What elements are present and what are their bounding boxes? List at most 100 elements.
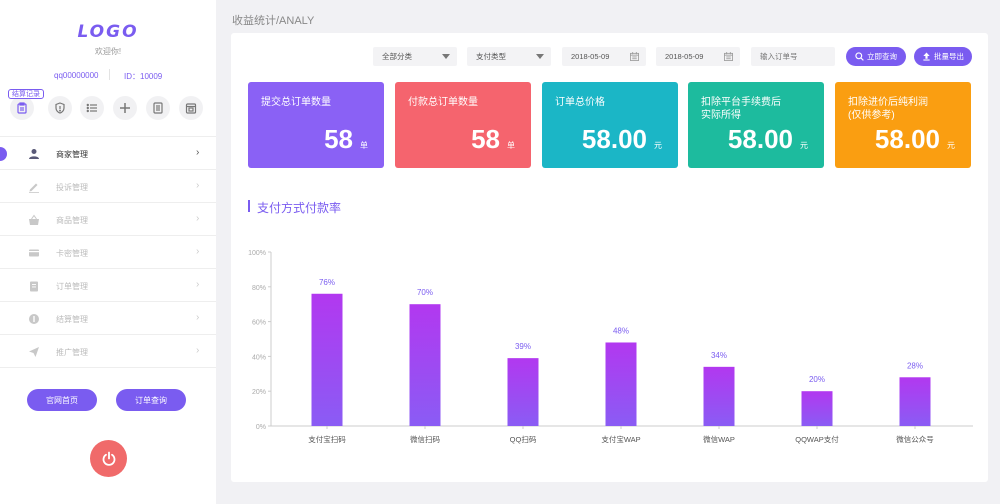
stat-card-title: 提交总订单数量	[261, 97, 331, 108]
category-select-value: 全部分类	[382, 52, 412, 61]
stat-card-value: 58.00	[874, 124, 940, 154]
stat-card-unit: 元	[654, 141, 662, 150]
stat-card-unit: 元	[800, 141, 808, 150]
sidebar-item-label: 卡密管理	[56, 249, 88, 258]
chevron-right-icon: ›	[196, 246, 200, 257]
chevron-right-icon: ›	[196, 180, 200, 191]
export-button-label: 批量导出	[934, 52, 964, 61]
coin-icon	[29, 314, 39, 324]
bar	[409, 304, 441, 426]
start-date-field[interactable]: 2018-05-09	[562, 47, 646, 66]
chevron-right-icon: ›	[196, 312, 200, 323]
bar	[899, 377, 931, 426]
y-tick-label: 100%	[248, 250, 266, 257]
power-icon	[102, 451, 115, 466]
data-label: 20%	[809, 375, 825, 384]
data-label: 70%	[417, 288, 433, 297]
export-button[interactable]: 批量导出	[914, 47, 972, 66]
category-select[interactable]: 全部分类	[373, 47, 457, 66]
card-icon	[29, 249, 39, 257]
data-label: 39%	[515, 342, 531, 351]
divider	[109, 69, 110, 80]
stat-card-value: 58	[324, 124, 353, 154]
chevron-right-icon: ›	[196, 213, 200, 224]
plus-icon[interactable]	[113, 96, 137, 120]
bar	[801, 391, 833, 426]
sidebar-item-order[interactable]: 订单管理 ›	[0, 269, 216, 302]
x-tick-label: 支付宝WAP	[601, 434, 640, 444]
bar	[703, 366, 735, 426]
list-icon[interactable]	[80, 96, 104, 120]
logo: LOGO	[77, 22, 139, 42]
home-button[interactable]: 官网首页	[27, 389, 97, 411]
send-icon	[29, 347, 39, 357]
document-icon[interactable]	[146, 96, 170, 120]
stat-card-submitted: 提交总订单数量 58 单	[248, 82, 384, 168]
section-title: 支付方式付款率	[248, 199, 341, 216]
stat-card-value: 58.00	[727, 124, 793, 154]
user-icon	[29, 149, 39, 159]
sidebar-item-label: 结算管理	[56, 315, 88, 324]
pay-type-select-value: 支付类型	[476, 52, 506, 61]
active-indicator	[0, 147, 7, 161]
x-tick-label: QQ扫码	[510, 434, 537, 444]
user-id: ID：10009	[124, 72, 163, 81]
sidebar-item-promotion[interactable]: 推广管理 ›	[0, 335, 216, 368]
query-button-label: 立即查询	[867, 52, 897, 61]
query-button[interactable]: 立即查询	[846, 47, 906, 66]
x-tick-label: 微信WAP	[703, 434, 735, 444]
sidebar: LOGO 欢迎你! qq00000000 ID：10009 结算记录 商家管理	[0, 0, 216, 504]
sidebar-item-merchant[interactable]: 商家管理 ›	[0, 137, 216, 170]
start-date-value: 2018-05-09	[571, 52, 610, 61]
sidebar-item-label: 订单管理	[56, 282, 88, 291]
clipboard-icon	[30, 281, 38, 292]
y-tick-label: 40%	[252, 354, 266, 361]
calendar-icon[interactable]	[179, 96, 203, 120]
bar	[507, 358, 539, 426]
stat-card-unit: 单	[507, 141, 515, 150]
upload-icon	[923, 52, 930, 61]
data-label: 76%	[319, 278, 335, 287]
pay-type-select[interactable]: 支付类型	[467, 47, 551, 66]
main-panel: 全部分类 支付类型 2018-05-09 2018-05-09 立即查询 批量导…	[231, 33, 988, 482]
stat-card-net-income: 扣除平台手续费后 实际所得 58.00 元	[688, 82, 824, 168]
chevron-right-icon: ›	[196, 279, 200, 290]
end-date-value: 2018-05-09	[665, 52, 704, 61]
sidebar-item-label: 投诉管理	[56, 183, 88, 192]
pencil-icon	[29, 183, 39, 193]
sidebar-item-settlement[interactable]: 结算管理 ›	[0, 302, 216, 335]
settlement-record-badge[interactable]: 结算记录	[8, 89, 44, 99]
chevron-right-icon: ›	[196, 147, 200, 158]
sidebar-item-complaint[interactable]: 投诉管理 ›	[0, 170, 216, 203]
data-label: 34%	[711, 351, 727, 360]
stat-card-unit: 单	[360, 141, 368, 150]
stat-card-value: 58.00	[581, 124, 647, 154]
y-tick-label: 60%	[252, 320, 266, 327]
y-tick-label: 0%	[256, 424, 266, 431]
payment-rate-bar-chart: 0% 20% 40% 60% 80% 100% 76% 支付宝扫码 70% 微信扫码 39% QQ扫码…	[248, 250, 973, 444]
end-date-field[interactable]: 2018-05-09	[656, 47, 740, 66]
basket-icon	[29, 214, 39, 225]
bar	[311, 293, 343, 426]
calendar-icon	[630, 52, 639, 61]
calendar-icon	[724, 52, 733, 61]
stat-card-value: 58	[471, 124, 500, 154]
caret-down-icon	[536, 54, 544, 59]
user-qq: qq00000000	[54, 71, 99, 80]
shield-icon[interactable]	[48, 96, 72, 120]
breadcrumb: 收益统计/ANALY	[232, 15, 315, 27]
stat-card-title: 订单总价格	[555, 97, 605, 108]
order-query-button[interactable]: 订单查询	[116, 389, 186, 411]
power-button[interactable]	[90, 440, 127, 477]
sidebar-item-cardkey[interactable]: 卡密管理 ›	[0, 236, 216, 269]
x-tick-label: QQWAP支付	[795, 434, 839, 444]
stat-card-title: 付款总订单数量	[408, 97, 478, 108]
search-icon	[855, 52, 864, 61]
data-label: 48%	[613, 326, 629, 335]
data-label: 28%	[907, 361, 923, 370]
order-number-input[interactable]	[751, 47, 835, 66]
sidebar-item-goods[interactable]: 商品管理 ›	[0, 203, 216, 236]
welcome-text: 欢迎你!	[94, 47, 122, 56]
x-tick-label: 微信公众号	[896, 434, 934, 444]
caret-down-icon	[442, 54, 450, 59]
